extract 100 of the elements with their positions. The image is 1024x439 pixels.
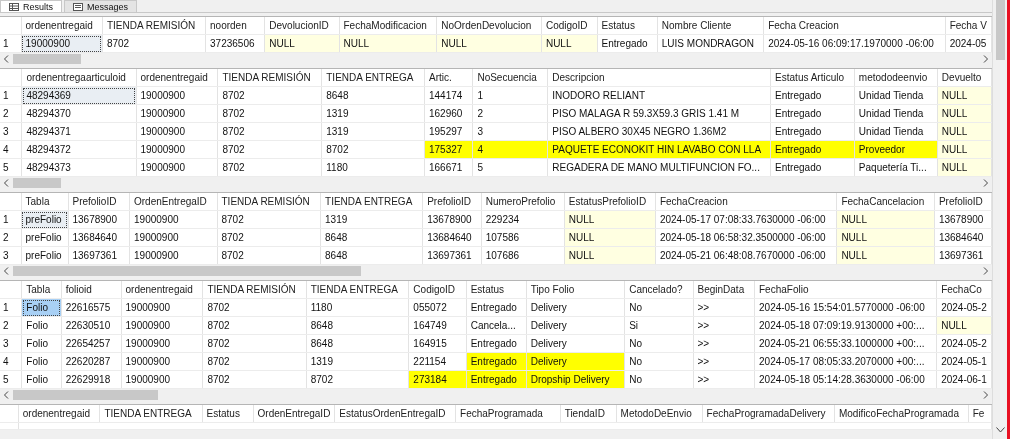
grid-cell: 8702 [202,370,307,389]
grid-cell: 19000900 [121,370,203,389]
grid-cell: 13697361 [68,246,130,265]
grid-cell: 162960 [424,104,473,123]
column-header: OrdenEntregaID [253,405,335,423]
scroll-thumb[interactable] [995,0,1005,60]
column-header: Devuelto [937,69,992,87]
row-number: 1 [0,298,22,317]
grid-cell: 1319 [320,210,423,229]
grid-cell: 2024-06-1 [936,370,992,389]
chevron-left-icon[interactable] [3,55,9,63]
grid-cell: 166671 [424,158,473,177]
grid-cell: 8702 [217,86,322,105]
column-header: TIENDA REMISIÓN [102,17,206,35]
horizontal-scrollbar[interactable] [0,53,992,65]
column-header: PrefolioID [422,193,482,211]
column-header: TIENDA REMISIÓN [217,69,322,87]
grid-cell: 5 [472,158,548,177]
grid-cell: Folio [21,316,62,335]
grid-cell: >> [693,352,755,371]
chevron-right-icon[interactable] [983,55,989,63]
grid-cell: Entregado [770,122,855,141]
grid-cell: 8648 [321,86,425,105]
grid-cell: No [624,298,693,317]
grid-cell: Delivery [526,298,625,317]
grid-cell: 2024-05-2 [936,298,992,317]
grid-cell: Folio [21,334,62,353]
grid-cell: >> [693,316,755,335]
grid-cell: 13697361 [422,246,482,265]
grid-cell: 8702 [217,140,322,159]
grid-cell: Entregado [466,334,527,353]
grid-cell: 13697361 [934,246,992,265]
grid-cell: 1319 [321,122,425,141]
scroll-thumb[interactable] [13,54,81,64]
column-header: Estatus [466,281,527,299]
scroll-thumb[interactable] [13,178,62,188]
column-header: NumeroPrefolio [481,193,565,211]
grid-cell: 8702 [202,352,307,371]
chevron-right-icon[interactable] [983,179,989,187]
vertical-scrollbar[interactable] [992,0,1007,439]
column-header: PrefolioID [934,193,992,211]
column-header: TIENDA REMISIÓN [202,281,307,299]
column-header: Tabla [21,193,68,211]
grid-cell: 22630510 [61,316,122,335]
column-header: CodigoID [541,17,598,35]
grid-cell: 8648 [306,334,409,353]
column-header: TIENDA ENTREGA [306,281,409,299]
grid-cell: 37236506 [205,34,265,53]
chevron-right-icon[interactable] [983,267,989,275]
row-number: 1 [0,34,21,53]
grid-cell: 8702 [217,228,321,247]
chevron-right-icon[interactable] [983,391,989,399]
chevron-left-icon[interactable] [3,179,9,187]
grid-cell: 19000900 [136,104,218,123]
grid-cell: 19000900 [121,298,203,317]
grid-cell: 22654257 [61,334,122,353]
grid-cell: 164915 [408,334,467,353]
row-number: 3 [0,122,22,141]
grid-cell: 8702 [306,370,409,389]
column-header: TIENDA REMISIÓN [217,193,321,211]
grid-cell: No [624,334,693,353]
grid-cell: 48294373 [21,158,136,177]
scroll-thumb[interactable] [13,266,361,276]
row-number: 1 [0,210,22,229]
grid-cell: 13678900 [934,210,992,229]
column-header: FechaProgramada [455,405,561,423]
grid-cell: 2024-05-18 05:14:28.3630000 -06:00 [754,370,937,389]
results-tab[interactable]: Results [0,0,62,12]
grid-cell: Entregado [466,298,527,317]
grid-cell: Folio [21,370,62,389]
horizontal-scrollbar[interactable] [0,177,992,189]
grid-cell: 1180 [306,298,409,317]
column-header: EstatusOrdenEntregaID [334,405,456,423]
column-header: FechaCreacion [655,193,837,211]
row-number: 2 [0,228,22,247]
results-tab[interactable]: Messages [64,0,138,12]
column-header: Fe [968,405,992,423]
column-header: ordenentregaid [136,69,218,87]
chevron-left-icon[interactable] [3,391,9,399]
scroll-thumb[interactable] [13,390,158,400]
horizontal-scrollbar[interactable] [0,265,992,277]
grid-cell: 2024-05-1 [936,352,992,371]
chevron-down-icon[interactable] [995,427,1005,433]
grid-cell: 2024-05 [945,34,992,53]
grid-icon [9,2,19,11]
grid-cell: 107586 [481,228,565,247]
grid-cell: >> [693,370,755,389]
grid-cell: 8702 [321,140,425,159]
column-header: BeginData [693,281,755,299]
grid-cell: 19000900 [129,246,217,265]
grid-cell: REGADERA DE MANO MULTIFUNCION FO... [547,158,771,177]
grid-cell: 2024-05-21 06:55:33.1000000 +00:... [754,334,937,353]
column-header: noorden [205,17,265,35]
chevron-left-icon[interactable] [3,267,9,275]
column-header: Descripcion [547,69,771,87]
grid-cell: 2 [472,104,548,123]
grid-cell: PISO ALBERO 30X45 NEGRO 1.36M2 [547,122,771,141]
horizontal-scrollbar[interactable] [0,389,992,401]
column-header: TIENDA ENTREGA [99,405,203,423]
column-header: ModificoFechaProgramada [834,405,969,423]
